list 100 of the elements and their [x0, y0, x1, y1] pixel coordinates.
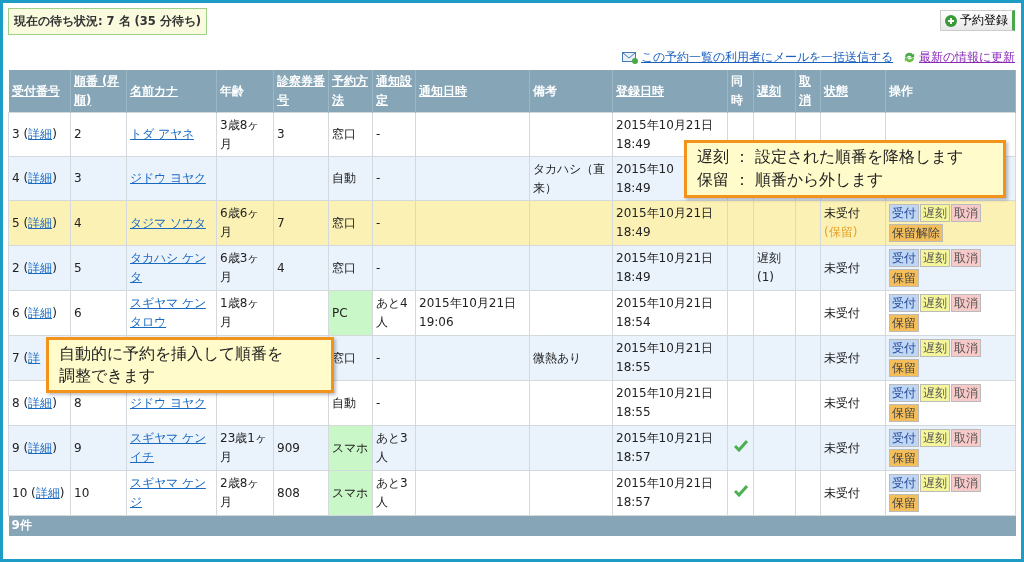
age: 1歳8ヶ月	[220, 296, 260, 329]
action-button[interactable]: 保留	[889, 449, 919, 467]
status: 未受付	[824, 485, 860, 500]
receipt-number: 2 (詳細)	[12, 260, 57, 275]
notify-setting: -	[376, 215, 381, 230]
card-number: 3	[277, 127, 285, 141]
action-button[interactable]: 保留解除	[889, 224, 943, 242]
action-button[interactable]: 取消	[951, 204, 981, 222]
refresh-icon	[903, 50, 916, 64]
action-button[interactable]: 受付	[889, 249, 919, 267]
status: 未受付	[824, 350, 860, 365]
card-number: 7	[277, 215, 285, 230]
remark: 微熱あり	[533, 350, 581, 365]
notify-setting: -	[376, 350, 381, 365]
action-button[interactable]: 保留	[889, 359, 919, 377]
detail-link[interactable]: 詳	[28, 350, 41, 365]
receipt-number: 8 (詳細)	[12, 395, 57, 410]
card-number: 808	[277, 485, 300, 500]
action-button[interactable]: 遅刻	[920, 474, 950, 492]
action-button[interactable]: 受付	[889, 294, 919, 312]
detail-link[interactable]: 詳細	[28, 305, 53, 320]
detail-link[interactable]: 詳細	[35, 485, 60, 500]
receipt-number: 4 (詳細)	[12, 171, 57, 185]
column-header: 備考	[533, 82, 558, 100]
register-button[interactable]: 予約登録	[940, 10, 1015, 31]
queue-order: 8	[74, 395, 82, 410]
receipt-number: 5 (詳細)	[12, 215, 57, 230]
link[interactable]: 最新の情報に更新	[919, 48, 1015, 66]
callout-note: 遅刻 ： 設定された順番を降格します 保留 ： 順番から外します	[684, 140, 1006, 198]
detail-link[interactable]: 詳細	[28, 127, 53, 141]
age: 2歳8ヶ月	[220, 476, 260, 509]
registered-time: 2015年10月21日 18:49	[616, 206, 714, 239]
action-button[interactable]: 保留	[889, 404, 919, 422]
action-button[interactable]: 取消	[951, 384, 981, 402]
wait-status: 現在の待ち状況: 7 名 (35 分待ち)	[8, 8, 208, 35]
status: 未受付	[824, 440, 860, 455]
status: 未受付	[824, 260, 860, 275]
registered-time: 2015年10月21日 18:55	[616, 386, 714, 419]
booking-method: PC	[332, 305, 348, 320]
age: 23歳1ヶ月	[220, 431, 267, 464]
action-button[interactable]: 取消	[951, 339, 981, 357]
action-button[interactable]: 受付	[889, 474, 919, 492]
action-button[interactable]: 遅刻	[920, 204, 950, 222]
registered-time: 2015年10 18:49	[616, 161, 674, 195]
action-button[interactable]: 遅刻	[920, 249, 950, 267]
age: 3歳8ヶ月	[220, 117, 260, 151]
detail-link[interactable]: 詳細	[28, 215, 53, 230]
action-button[interactable]: 取消	[951, 474, 981, 492]
booking-method: 窓口	[332, 215, 356, 230]
booking-method: スマホ	[332, 485, 368, 500]
queue-order: 3	[74, 171, 82, 185]
mail-icon	[622, 50, 638, 64]
status: 未受付	[824, 305, 860, 320]
action-button[interactable]: 遅刻	[920, 339, 950, 357]
action-button[interactable]: 取消	[951, 249, 981, 267]
record-count: 9件	[11, 518, 32, 533]
detail-link[interactable]: 詳細	[28, 395, 53, 410]
column-header: 同時	[731, 73, 744, 109]
action-button[interactable]: 遅刻	[920, 384, 950, 402]
receipt-number: 7 (詳	[12, 350, 41, 365]
action-button[interactable]: 受付	[889, 384, 919, 402]
detail-link[interactable]: 詳細	[28, 440, 53, 455]
receipt-number: 9 (詳細)	[12, 440, 57, 455]
callout-note: 自動的に予約を挿入して順番を 調整できます	[46, 337, 334, 393]
registered-time: 2015年10月21日 18:57	[616, 431, 714, 464]
booking-method: 窓口	[332, 127, 356, 141]
queue-order: 2	[74, 127, 82, 141]
action-button[interactable]: 受付	[889, 204, 919, 222]
status: 未受付	[824, 395, 860, 410]
notify-setting: -	[376, 127, 381, 141]
queue-order: 9	[74, 440, 82, 455]
action-button[interactable]: 保留	[889, 494, 919, 512]
notify-time: 2015年10月21日 19:06	[419, 296, 517, 329]
action-button[interactable]: 遅刻	[920, 429, 950, 447]
registered-time: 2015年10月21日 18:49	[616, 251, 714, 284]
action-button[interactable]: 保留	[889, 269, 919, 287]
booking-method: スマホ	[332, 440, 368, 455]
notify-setting: あと4人	[376, 296, 408, 329]
receipt-number: 10 (詳細)	[12, 485, 65, 500]
action-button[interactable]: 取消	[951, 294, 981, 312]
check-icon	[733, 484, 748, 497]
link[interactable]: この予約一覧の利用者にメールを一括送信する	[641, 48, 893, 66]
receipt-number: 3 (詳細)	[12, 127, 57, 141]
detail-link[interactable]: 詳細	[28, 260, 53, 275]
age: 6歳3ヶ月	[220, 251, 260, 284]
action-button[interactable]: 取消	[951, 429, 981, 447]
action-button[interactable]: 受付	[889, 339, 919, 357]
action-button[interactable]: 保留	[889, 314, 919, 332]
action-button[interactable]: 遅刻	[920, 294, 950, 312]
detail-link[interactable]: 詳細	[28, 171, 53, 185]
card-number: 4	[277, 260, 285, 275]
queue-order: 6	[74, 305, 82, 320]
queue-order: 4	[74, 215, 82, 230]
booking-method: 自動	[332, 395, 356, 410]
hold-status: (保留)	[824, 224, 859, 241]
status: 未受付	[824, 206, 860, 220]
action-button[interactable]: 受付	[889, 429, 919, 447]
queue-order: 5	[74, 260, 82, 275]
late-count: 遅刻 (1)	[757, 251, 781, 284]
registered-time: 2015年10月21日 18:57	[616, 476, 714, 509]
